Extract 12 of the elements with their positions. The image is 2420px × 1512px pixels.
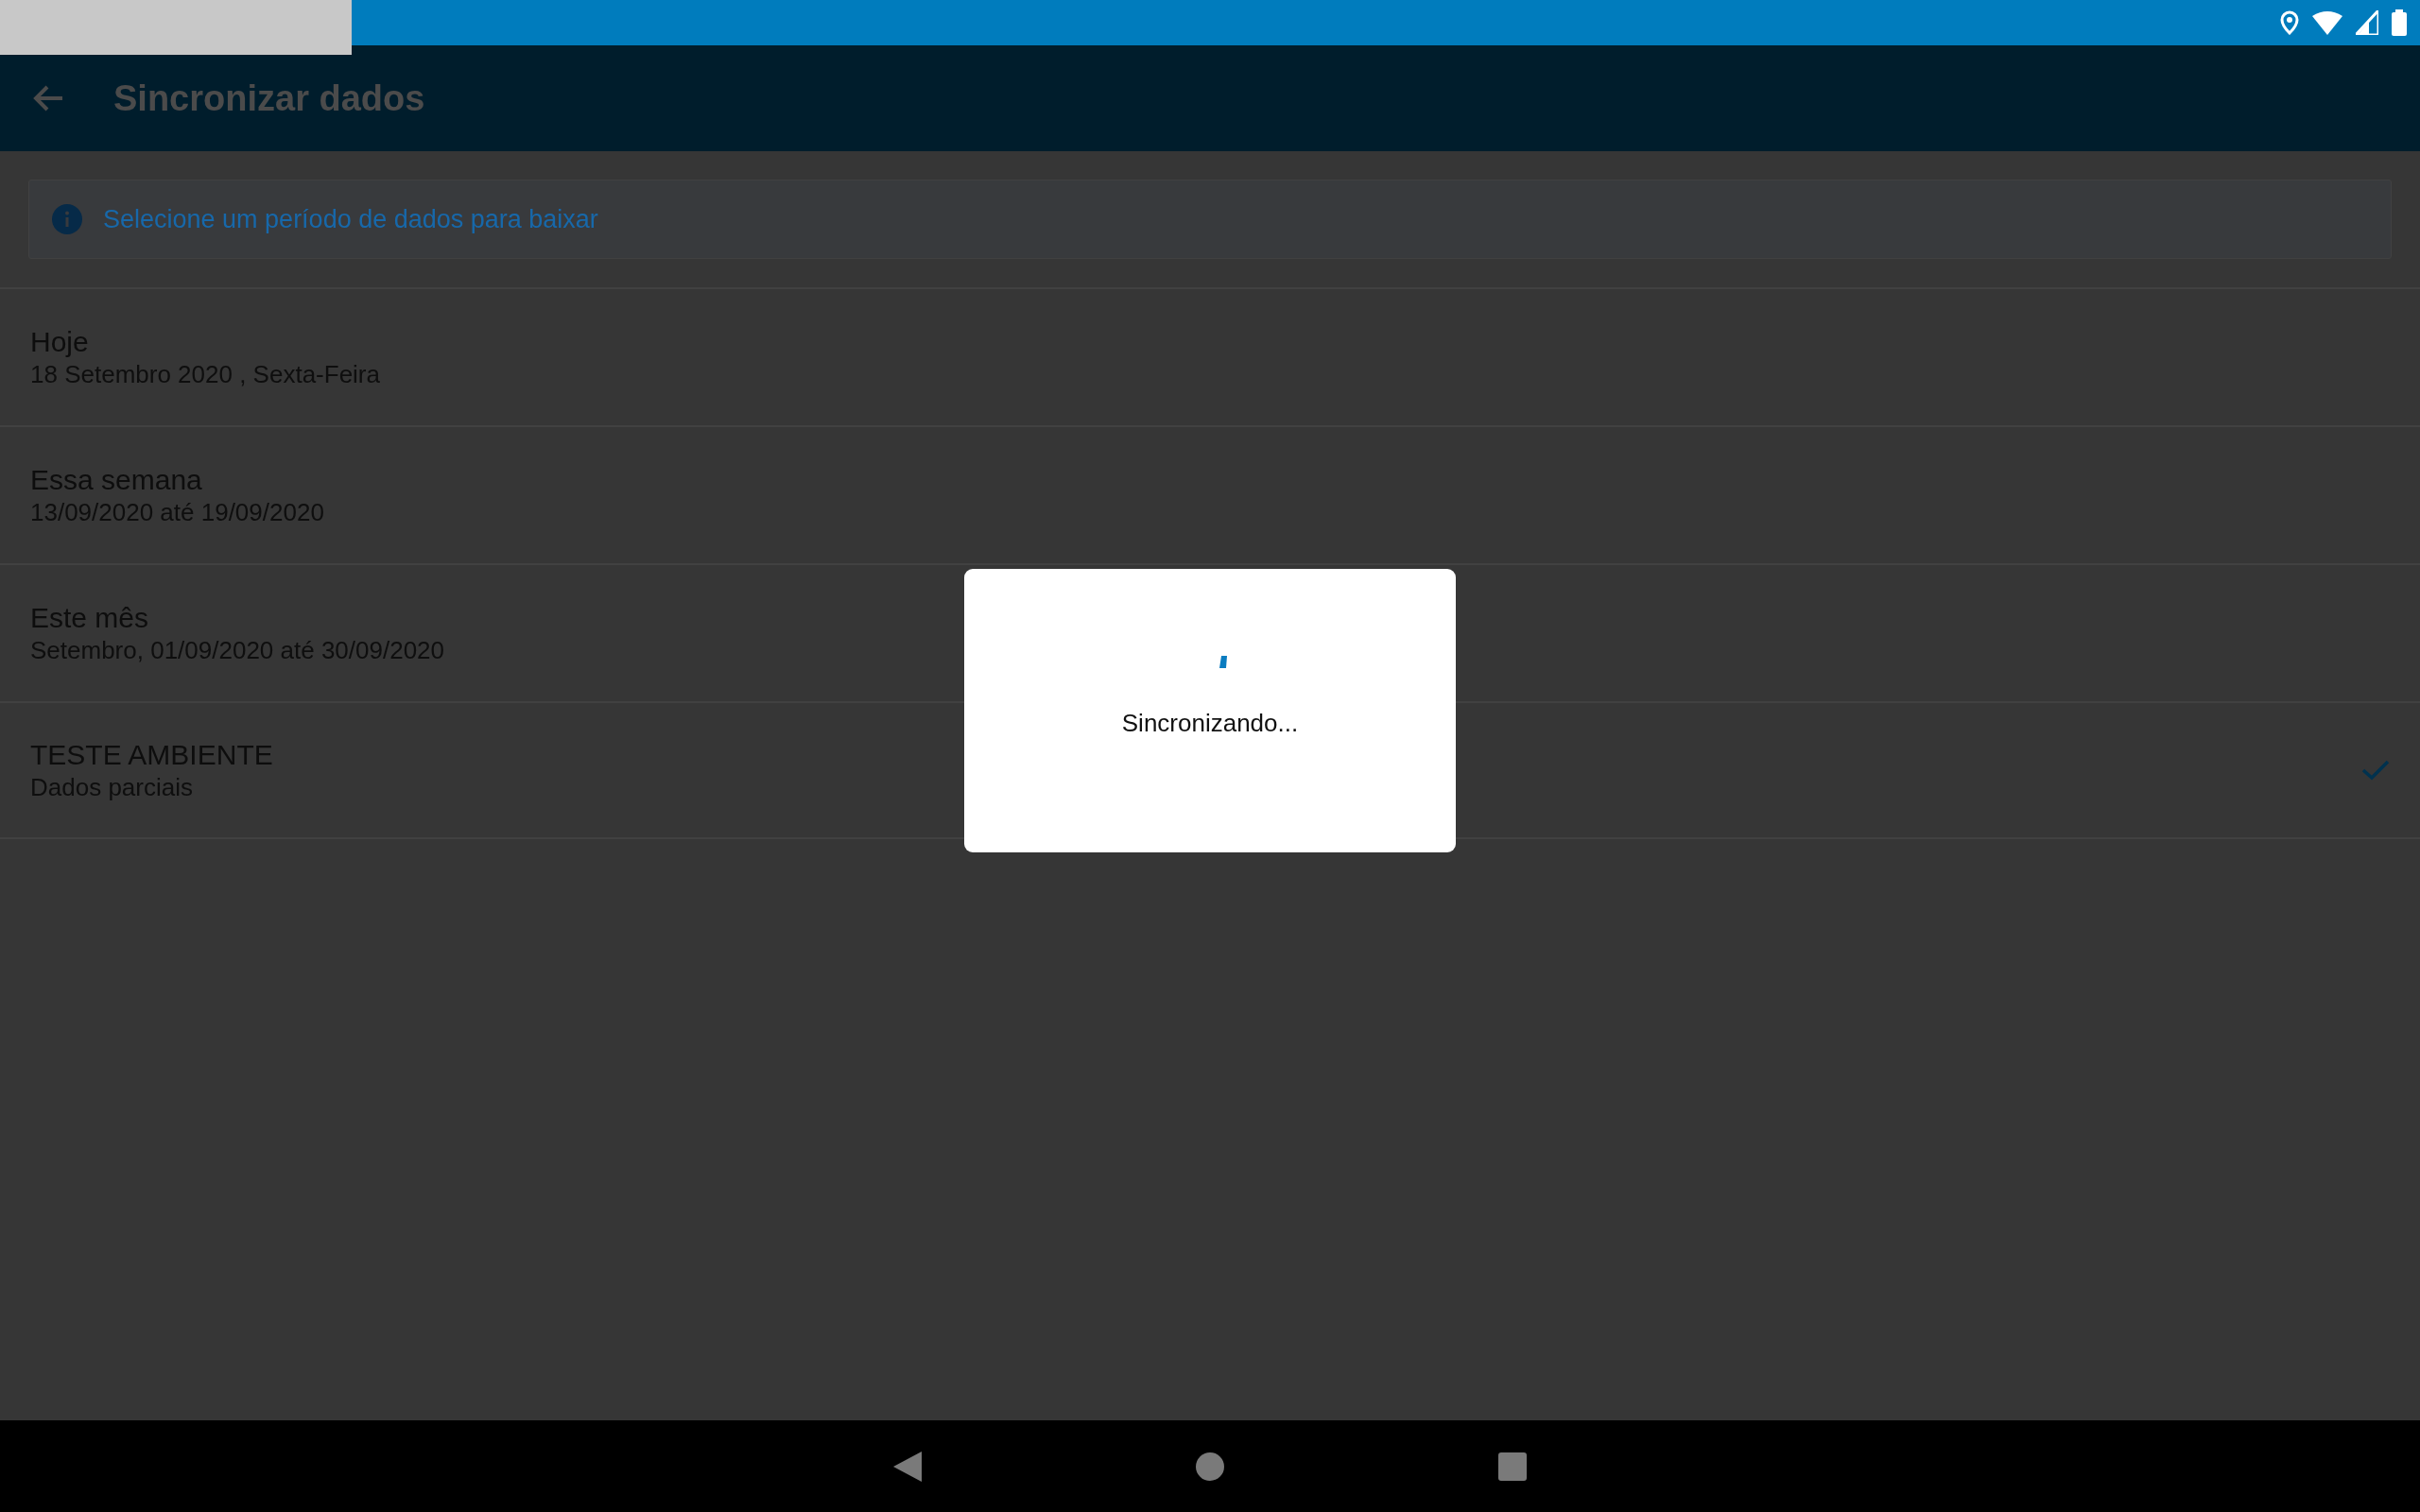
- spinner-icon: [1219, 656, 1227, 669]
- dialog-message: Sincronizando...: [1121, 708, 1299, 739]
- recents-square-icon[interactable]: [1498, 1452, 1527, 1481]
- back-triangle-icon[interactable]: [893, 1451, 922, 1482]
- signal-icon: [2356, 10, 2378, 35]
- location-pin-icon: [2280, 10, 2299, 35]
- wifi-icon: [2312, 10, 2342, 35]
- info-icon: [52, 204, 82, 234]
- info-message: Selecione um período de dados para baixar: [103, 203, 598, 235]
- screen-title: Sincronizar dados: [113, 77, 425, 120]
- battery-icon: [2392, 9, 2407, 36]
- home-circle-icon[interactable]: [1196, 1452, 1224, 1481]
